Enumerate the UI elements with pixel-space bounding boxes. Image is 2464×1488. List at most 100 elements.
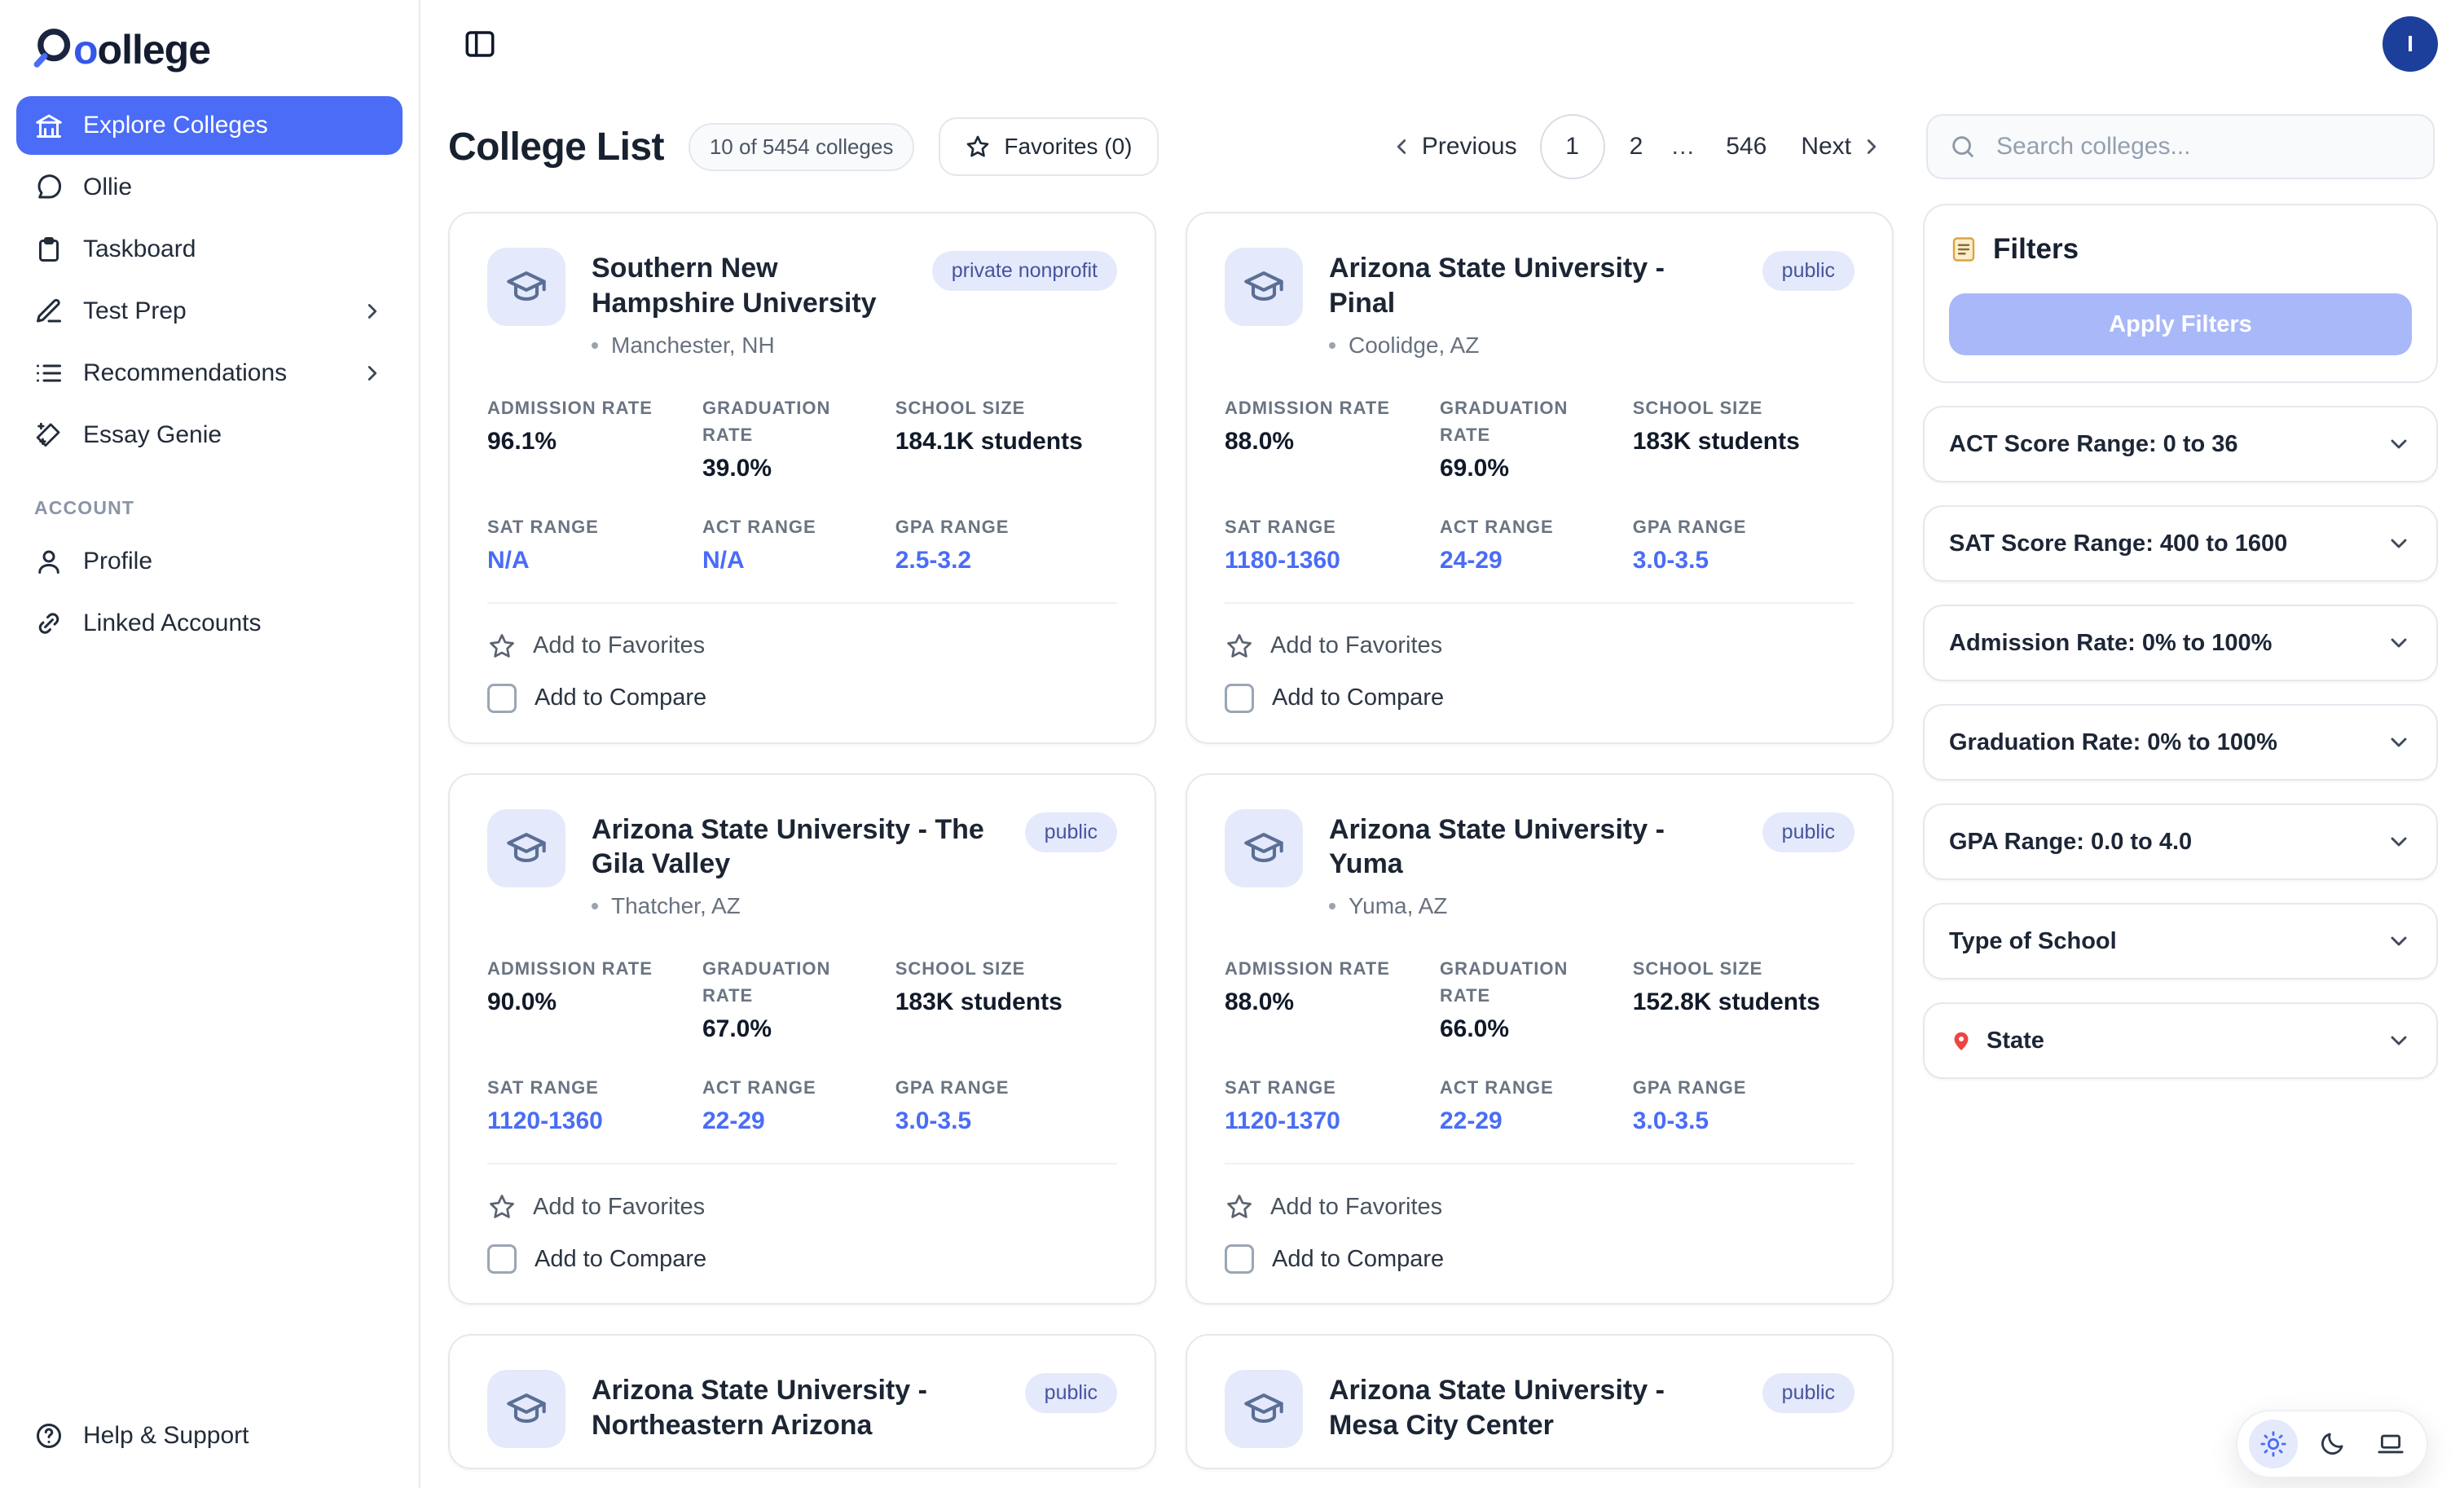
add-to-favorites-button[interactable]: Add to Favorites — [487, 1181, 1117, 1233]
sidebar-item-label: Ollie — [83, 174, 132, 201]
avatar-letter: I — [2407, 31, 2413, 57]
logo-text: oollege — [73, 26, 210, 73]
stat-sat-range: SAT RANGE 1120-1360 — [487, 1074, 680, 1135]
search-input[interactable] — [1993, 131, 2412, 162]
stat-value: 39.0% — [702, 455, 873, 482]
sidebar-footer: Help & Support — [13, 1407, 406, 1465]
compare-checkbox[interactable] — [487, 1244, 517, 1274]
sidebar-item-ollie[interactable]: Ollie — [16, 158, 403, 217]
compare-checkbox[interactable] — [1225, 1244, 1254, 1274]
chevron-left-icon — [1389, 134, 1414, 159]
add-to-compare-label: Add to Compare — [535, 1246, 706, 1273]
theme-system-button[interactable] — [2366, 1420, 2415, 1468]
help-circle-icon — [34, 1421, 64, 1451]
sidebar-item-test-prep[interactable]: Test Prep — [16, 282, 403, 341]
add-to-favorites-label: Add to Favorites — [1270, 1194, 1442, 1221]
favorites-button[interactable]: Favorites (0) — [939, 117, 1158, 176]
stat-value: 184.1K students — [895, 428, 1117, 456]
pagination-previous-label: Previous — [1422, 133, 1517, 161]
college-type-badge: public — [1762, 812, 1855, 852]
stat-label: GPA RANGE — [895, 1074, 1117, 1101]
stat-label: SAT RANGE — [1225, 1074, 1417, 1101]
college-card-header: Arizona State University - Pinal Coolidg… — [1225, 248, 1855, 359]
college-title-wrap: Arizona State University - Pinal Coolidg… — [1329, 248, 1736, 359]
search-icon — [1949, 133, 1977, 161]
filter-sat-score-range[interactable]: SAT Score Range: 400 to 1600 — [1923, 505, 2438, 582]
pagination-page-1[interactable]: 1 — [1540, 114, 1605, 179]
filter-type-of-school[interactable]: Type of School — [1923, 903, 2438, 980]
filters-title: Filters — [1949, 233, 2412, 266]
list-lines-icon — [34, 359, 64, 388]
stat-label: ACT RANGE — [1440, 513, 1610, 540]
add-to-compare-control[interactable]: Add to Compare — [1225, 1233, 1855, 1283]
pencil-icon — [34, 297, 64, 326]
stat-value: 3.0-3.5 — [1633, 1107, 1855, 1135]
sidebar-item-help-support[interactable]: Help & Support — [16, 1407, 403, 1465]
link-icon — [34, 609, 64, 638]
stat-label: GPA RANGE — [1633, 1074, 1855, 1101]
filter-label: Graduation Rate: 0% to 100% — [1949, 729, 2277, 756]
sidebar-item-recommendations[interactable]: Recommendations — [16, 344, 403, 403]
sidebar-item-explore-colleges[interactable]: Explore Colleges — [16, 96, 403, 155]
filter-admission-rate[interactable]: Admission Rate: 0% to 100% — [1923, 605, 2438, 681]
logo-magnifier-icon — [29, 27, 75, 73]
sidebar-item-profile[interactable]: Profile — [16, 532, 403, 591]
page-title: College List — [448, 125, 664, 169]
list-header: College List 10 of 5454 colleges Favorit… — [448, 114, 1894, 179]
sidebar-item-taskboard[interactable]: Taskboard — [16, 220, 403, 279]
add-to-compare-control[interactable]: Add to Compare — [487, 1233, 1117, 1283]
stat-value: 183K students — [1633, 428, 1855, 456]
pagination: Previous 1 2 … 546 Next — [1379, 114, 1894, 179]
sidebar-toggle-button[interactable] — [456, 20, 504, 68]
stat-label: GPA RANGE — [1633, 513, 1855, 540]
graduation-cap-icon — [487, 809, 565, 887]
compare-checkbox[interactable] — [487, 684, 517, 713]
user-icon — [34, 547, 64, 576]
pagination-page-last[interactable]: 546 — [1714, 126, 1778, 167]
pagination-ellipsis: … — [1667, 133, 1701, 161]
star-icon — [1225, 632, 1254, 661]
chevron-down-icon — [2386, 530, 2412, 557]
stat-label: ACT RANGE — [1440, 1074, 1610, 1101]
college-name: Arizona State University - Northeastern … — [592, 1373, 999, 1443]
stat-value: 1120-1360 — [487, 1107, 680, 1135]
apply-filters-button[interactable]: Apply Filters — [1949, 293, 2412, 355]
theme-light-button[interactable] — [2249, 1420, 2298, 1468]
college-count-badge: 10 of 5454 colleges — [689, 123, 915, 171]
search-box[interactable] — [1926, 114, 2435, 179]
compare-checkbox[interactable] — [1225, 684, 1254, 713]
college-card-actions: Add to Favorites Add to Compare — [1225, 1163, 1855, 1283]
add-to-compare-control[interactable]: Add to Compare — [1225, 672, 1855, 723]
pagination-page-2[interactable]: 2 — [1618, 126, 1655, 167]
stat-school-size: SCHOOL SIZE 184.1K students — [895, 394, 1117, 482]
filter-graduation-rate[interactable]: Graduation Rate: 0% to 100% — [1923, 704, 2438, 781]
sidebar-item-label: Profile — [83, 548, 152, 575]
sidebar-item-essay-genie[interactable]: Essay Genie — [16, 406, 403, 464]
stat-school-size: SCHOOL SIZE 183K students — [895, 955, 1117, 1043]
graduation-cap-icon — [1225, 809, 1303, 887]
brand-logo[interactable]: oollege — [13, 16, 406, 96]
add-to-favorites-button[interactable]: Add to Favorites — [1225, 1181, 1855, 1233]
pagination-previous-button[interactable]: Previous — [1379, 131, 1527, 162]
star-icon — [965, 134, 991, 160]
stat-admission-rate: ADMISSION RATE 88.0% — [1225, 955, 1417, 1043]
stat-label: ACT RANGE — [702, 513, 873, 540]
filters-title-label: Filters — [1993, 233, 2079, 266]
pagination-next-button[interactable]: Next — [1791, 131, 1894, 162]
filter-state[interactable]: State — [1923, 1002, 2438, 1079]
graduation-cap-icon — [1225, 1370, 1303, 1448]
theme-dark-button[interactable] — [2308, 1420, 2356, 1468]
stat-label: GRADUATION RATE — [1440, 394, 1583, 448]
add-to-favorites-button[interactable]: Add to Favorites — [1225, 620, 1855, 672]
add-to-favorites-button[interactable]: Add to Favorites — [487, 620, 1117, 672]
add-to-compare-label: Add to Compare — [1272, 1246, 1444, 1273]
sidebar-item-linked-accounts[interactable]: Linked Accounts — [16, 594, 403, 653]
filter-act-score-range[interactable]: ACT Score Range: 0 to 36 — [1923, 406, 2438, 482]
stat-label: GRADUATION RATE — [702, 955, 846, 1009]
add-to-compare-control[interactable]: Add to Compare — [487, 672, 1117, 723]
user-avatar[interactable]: I — [2383, 16, 2438, 72]
filter-gpa-range[interactable]: GPA Range: 0.0 to 4.0 — [1923, 803, 2438, 880]
stat-label: ADMISSION RATE — [1225, 394, 1417, 421]
college-location: Coolidge, AZ — [1329, 332, 1736, 359]
stat-value: 2.5-3.2 — [895, 547, 1117, 575]
